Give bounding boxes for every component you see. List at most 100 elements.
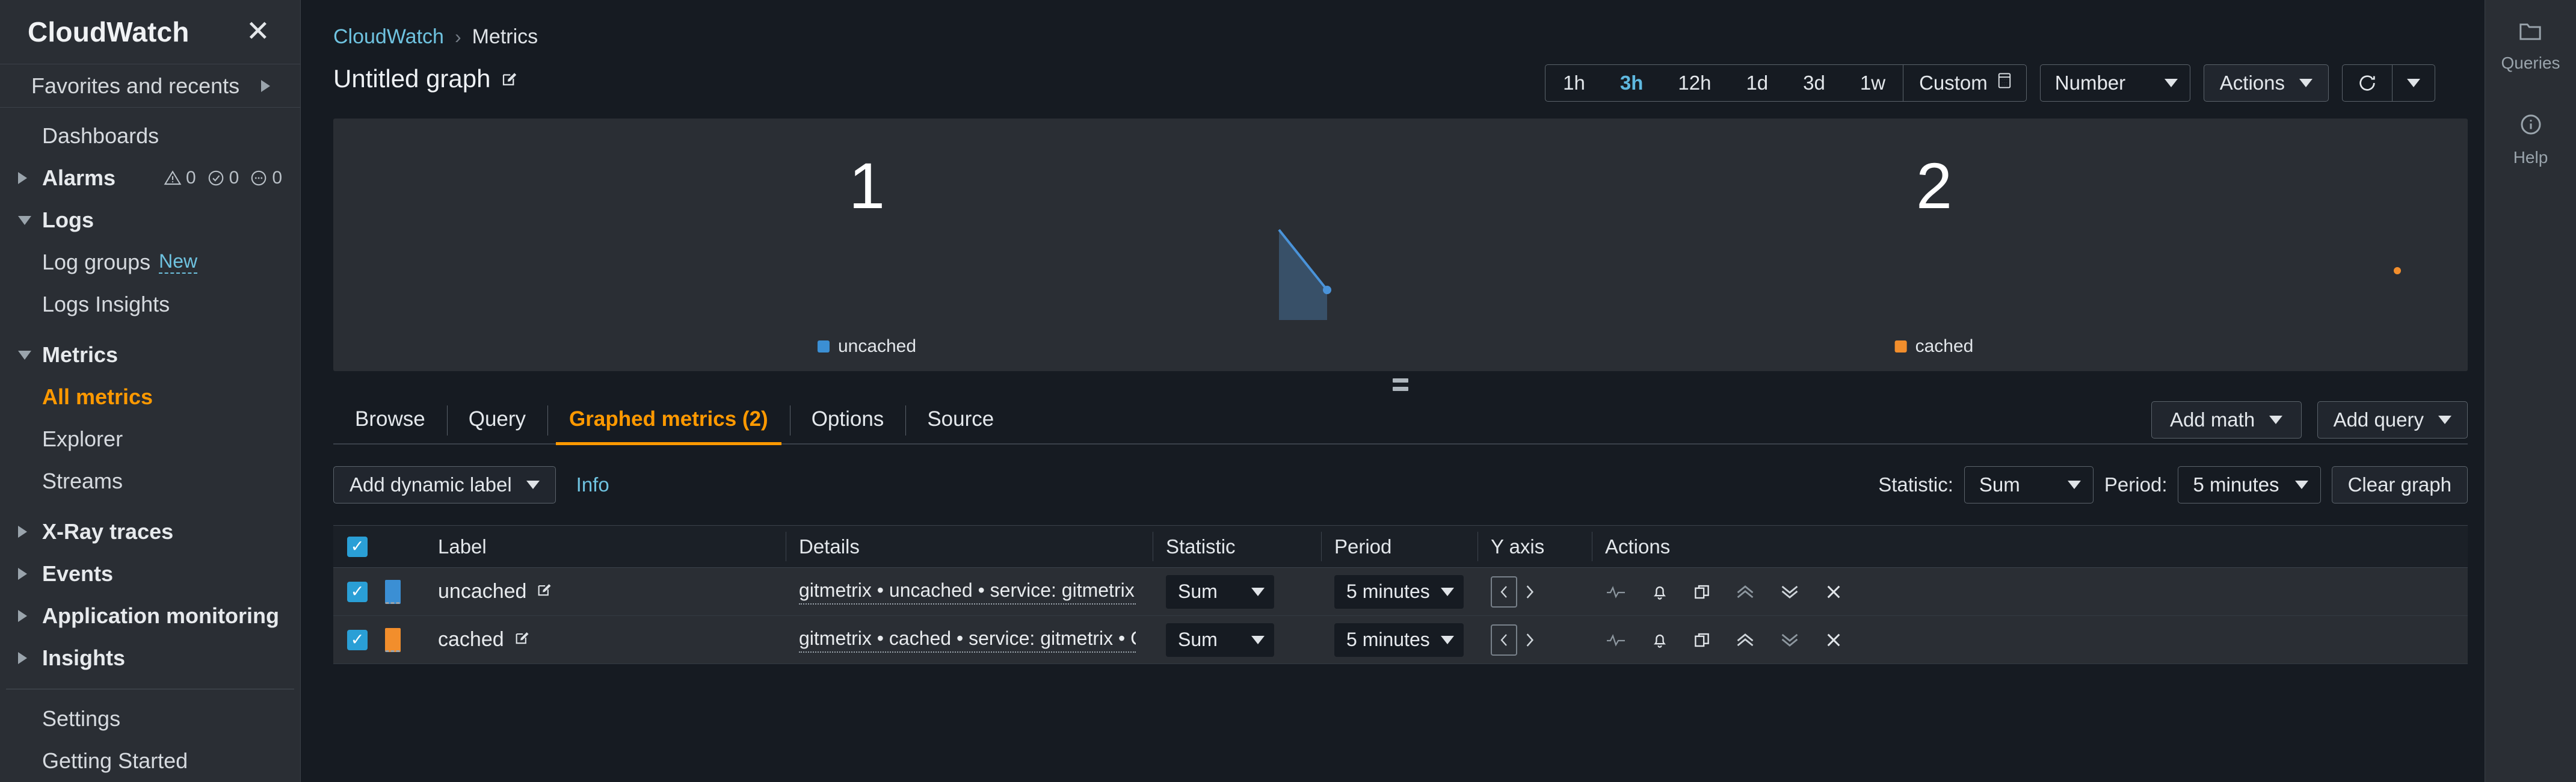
sidebar-item-settings[interactable]: Settings bbox=[0, 698, 300, 740]
row-statistic-select[interactable]: Sum bbox=[1166, 574, 1274, 609]
sidebar-item-logs-insights[interactable]: Logs Insights bbox=[0, 283, 300, 325]
clear-graph-label: Clear graph bbox=[2347, 473, 2451, 496]
table-row[interactable]: ✓ cached gitmetrix • cached • service: g… bbox=[333, 616, 2468, 664]
sidebar-item-all-metrics[interactable]: All metrics bbox=[0, 376, 300, 418]
sidebar-item-x-ray-traces[interactable]: X-Ray traces bbox=[0, 511, 300, 553]
widget-type-select[interactable]: Number bbox=[2039, 64, 2190, 102]
series-color-swatch[interactable] bbox=[385, 627, 401, 652]
move-up-icon[interactable] bbox=[1735, 583, 1755, 601]
time-range-12h[interactable]: 12h bbox=[1660, 65, 1728, 101]
y-axis-right-button[interactable] bbox=[1523, 630, 1536, 650]
statistic-select[interactable]: Sum bbox=[1964, 466, 2094, 503]
metric-details[interactable]: gitmetrix • cached • service: gitmetrix … bbox=[799, 627, 1136, 653]
sidebar-item-explorer[interactable]: Explorer bbox=[0, 418, 300, 460]
legend-swatch bbox=[817, 340, 830, 353]
y-axis-left-button[interactable] bbox=[1491, 624, 1517, 656]
time-range-3d[interactable]: 3d bbox=[1786, 65, 1843, 101]
y-axis-right-button[interactable] bbox=[1523, 582, 1536, 602]
tab-browse[interactable]: Browse bbox=[333, 398, 447, 443]
add-math-button[interactable]: Add math bbox=[2151, 401, 2302, 439]
close-icon[interactable]: ✕ bbox=[242, 17, 274, 46]
chevron-down-icon bbox=[1251, 635, 1265, 644]
alarm-bell-icon[interactable] bbox=[1651, 630, 1669, 650]
tab-query[interactable]: Query bbox=[446, 398, 547, 443]
row-period-select[interactable]: 5 minutes bbox=[1334, 574, 1464, 609]
metric-details[interactable]: gitmetrix • uncached • service: gitmetri… bbox=[799, 579, 1136, 605]
tab-options[interactable]: Options bbox=[789, 398, 906, 443]
row-y-axis-cell bbox=[1478, 576, 1592, 608]
sidebar-item-application-monitoring[interactable]: Application monitoring bbox=[0, 595, 300, 637]
sidebar-item-dashboards[interactable]: Dashboards bbox=[0, 115, 300, 157]
move-down-icon[interactable] bbox=[1779, 631, 1800, 649]
edit-pencil-icon[interactable] bbox=[501, 70, 519, 91]
time-range-3h[interactable]: 3h bbox=[1603, 65, 1661, 101]
sidebar-item-label: Logs bbox=[42, 208, 94, 232]
time-range-1d[interactable]: 1d bbox=[1728, 65, 1786, 101]
sidebar-item-label: Events bbox=[42, 561, 114, 586]
row-statistic-select[interactable]: Sum bbox=[1166, 623, 1274, 657]
sidebar-header: CloudWatch ✕ bbox=[0, 0, 300, 64]
period-select[interactable]: 5 minutes bbox=[2178, 466, 2321, 503]
column-header-text: Statistic bbox=[1166, 535, 1236, 558]
sidebar-item-events[interactable]: Events bbox=[0, 553, 300, 595]
clear-graph-button[interactable]: Clear graph bbox=[2331, 466, 2468, 503]
tab-graphed-metrics[interactable]: Graphed metrics (2) bbox=[547, 398, 790, 445]
row-select-cell: ✓ bbox=[333, 581, 381, 602]
add-dynamic-label-button[interactable]: Add dynamic label bbox=[333, 466, 556, 503]
table-row[interactable]: ✓ uncached gitmetrix • uncached • servic… bbox=[333, 568, 2468, 616]
anomaly-detection-icon[interactable] bbox=[1605, 631, 1627, 649]
sidebar-item-insights[interactable]: Insights bbox=[0, 637, 300, 679]
chevron-down-icon bbox=[2299, 79, 2313, 87]
sidebar-item-metrics[interactable]: Metrics bbox=[0, 334, 300, 376]
actions-button[interactable]: Actions bbox=[2203, 64, 2329, 102]
edit-pencil-icon[interactable] bbox=[514, 630, 531, 650]
row-period-select[interactable]: 5 minutes bbox=[1334, 623, 1464, 657]
sparkline-area-uncached bbox=[1274, 224, 1346, 323]
time-range-1h[interactable]: 1h bbox=[1545, 65, 1603, 101]
chevron-down-icon bbox=[2067, 481, 2081, 489]
edit-pencil-icon[interactable] bbox=[536, 582, 553, 602]
alarm-bell-icon[interactable] bbox=[1651, 582, 1669, 602]
row-period-cell: 5 minutes bbox=[1321, 623, 1478, 657]
add-query-label: Add query bbox=[2333, 408, 2424, 431]
sidebar-item-favorites-and-recents[interactable]: Favorites and recents bbox=[0, 64, 300, 108]
statistic-value: Sum bbox=[1979, 473, 2020, 496]
series-color-swatch[interactable] bbox=[385, 579, 401, 604]
move-up-icon[interactable] bbox=[1735, 631, 1755, 649]
rail-item-label: Queries bbox=[2501, 54, 2560, 72]
sidebar-item-log-groups[interactable]: Log groups New bbox=[0, 241, 300, 283]
move-down-icon[interactable] bbox=[1779, 583, 1800, 601]
row-checkbox[interactable]: ✓ bbox=[347, 581, 368, 602]
refresh-button[interactable] bbox=[2343, 65, 2392, 101]
sidebar-item-logs[interactable]: Logs bbox=[0, 199, 300, 241]
sidebar-item-streams[interactable]: Streams bbox=[0, 460, 300, 502]
sidebar-item-getting-started[interactable]: Getting Started bbox=[0, 740, 300, 782]
time-range-custom[interactable]: Custom bbox=[1903, 65, 2026, 101]
remove-icon[interactable] bbox=[1824, 582, 1843, 602]
sidebar-item-label: Explorer bbox=[42, 426, 123, 451]
add-dynamic-label-text: Add dynamic label bbox=[350, 473, 512, 496]
chevron-down-icon bbox=[526, 481, 540, 489]
breadcrumb-metrics: Metrics bbox=[472, 25, 538, 48]
breadcrumb-cloudwatch[interactable]: CloudWatch bbox=[333, 25, 444, 49]
select-all-checkbox[interactable]: ✓ bbox=[347, 536, 368, 557]
rail-item-queries[interactable]: Queries bbox=[2501, 20, 2560, 73]
y-axis-left-button[interactable] bbox=[1491, 576, 1517, 608]
refresh-options-button[interactable] bbox=[2393, 65, 2435, 101]
rail-item-help[interactable]: Help bbox=[2513, 112, 2548, 167]
sidebar-item-alarms[interactable]: Alarms 0 0 0 bbox=[0, 157, 300, 199]
legend-uncached[interactable]: uncached bbox=[817, 336, 916, 357]
time-range-1w[interactable]: 1w bbox=[1843, 65, 1903, 101]
number-widget-graph[interactable]: 1 uncached 2 cached bbox=[333, 119, 2468, 371]
anomaly-detection-icon[interactable] bbox=[1605, 583, 1627, 601]
duplicate-icon[interactable] bbox=[1693, 631, 1711, 649]
row-checkbox[interactable]: ✓ bbox=[347, 629, 368, 650]
tab-source[interactable]: Source bbox=[905, 398, 1015, 443]
duplicate-icon[interactable] bbox=[1693, 583, 1711, 601]
main-content: CloudWatch › Metrics Untitled graph 1h 3… bbox=[301, 0, 2485, 782]
remove-icon[interactable] bbox=[1824, 630, 1843, 650]
add-query-button[interactable]: Add query bbox=[2317, 401, 2468, 439]
info-link[interactable]: Info bbox=[576, 473, 609, 496]
panel-resize-handle[interactable] bbox=[333, 371, 2468, 398]
legend-cached[interactable]: cached bbox=[1894, 336, 1973, 357]
